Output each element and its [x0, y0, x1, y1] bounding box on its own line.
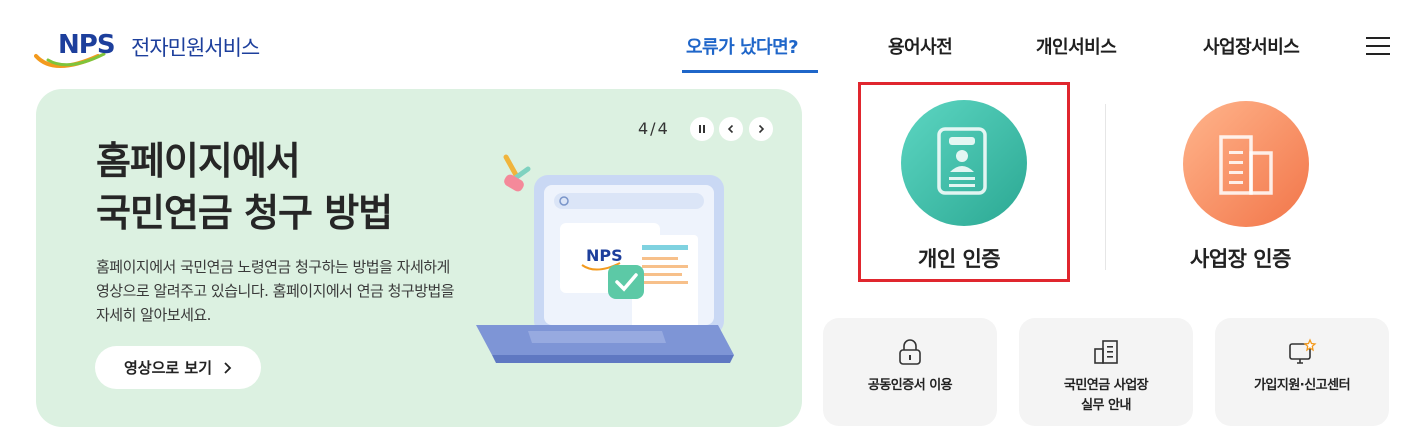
personal-auth-label[interactable]: 개인 인증 — [918, 243, 1001, 273]
watch-video-label: 영상으로 보기 — [123, 359, 213, 377]
chevron-right-icon — [224, 361, 232, 374]
quick-link-label: 가입지원·신고센터 — [1253, 378, 1351, 393]
business-auth-button[interactable] — [1183, 101, 1309, 227]
building-icon — [1219, 135, 1273, 195]
slide-counter: 4/4 — [638, 119, 670, 138]
svg-text:NPS: NPS — [586, 246, 623, 265]
pause-icon[interactable] — [690, 117, 714, 141]
laptop-illustration: NPS — [476, 154, 734, 363]
quick-link-business-guide[interactable]: 국민연금 사업장 실무 안내 — [1019, 318, 1193, 426]
auth-divider — [1105, 104, 1106, 270]
logo-mark: NPS — [58, 30, 116, 60]
banner-description: 홈페이지에서 국민연금 노령연금 청구하는 방법을 자세하게 영상으로 알려주고… — [96, 258, 455, 324]
nav-business-service[interactable]: 사업장서비스 — [1203, 33, 1300, 63]
quick-link-label: 국민연금 사업장 실무 안내 — [1063, 378, 1149, 413]
main-banner: 홈페이지에서 국민연금 청구 방법 홈페이지에서 국민연금 노령연금 청구하는 … — [36, 89, 802, 427]
nav-error-help[interactable]: 오류가 났다면? — [686, 33, 799, 63]
lock-icon — [899, 339, 921, 365]
id-card-icon — [937, 127, 987, 195]
banner-title-line1: 홈페이지에서 — [96, 139, 301, 183]
quick-link-certificate[interactable]: 공동인증서 이용 — [823, 318, 997, 426]
business-auth-label[interactable]: 사업장 인증 — [1190, 243, 1291, 273]
hamburger-menu-icon[interactable] — [1366, 37, 1390, 57]
next-slide-icon[interactable] — [749, 117, 773, 141]
nav-active-underline — [682, 70, 818, 73]
document-building-icon — [1094, 340, 1118, 364]
banner-title-line2: 국민연금 청구 방법 — [96, 191, 393, 235]
personal-auth-button[interactable] — [901, 100, 1027, 226]
watch-video-button[interactable]: 영상으로 보기 — [95, 346, 261, 389]
quick-link-support-center[interactable]: 가입지원·신고센터 — [1215, 318, 1389, 426]
nps-logo[interactable]: NPS 전자민원서비스 — [34, 26, 294, 74]
quick-link-label: 공동인증서 이용 — [867, 378, 953, 393]
monitor-star-icon — [1289, 338, 1317, 364]
nav-personal-service[interactable]: 개인서비스 — [1036, 33, 1117, 63]
logo-service-name: 전자민원서비스 — [131, 36, 260, 60]
banner-title: 홈페이지에서 국민연금 청구 방법 — [96, 135, 393, 239]
prev-slide-icon[interactable] — [719, 117, 743, 141]
nav-glossary[interactable]: 용어사전 — [888, 33, 953, 63]
